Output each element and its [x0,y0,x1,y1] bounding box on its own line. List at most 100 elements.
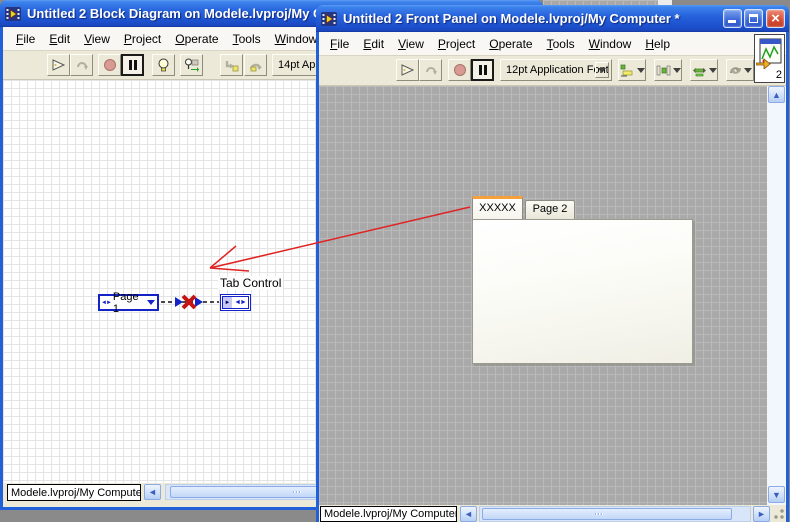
broken-wire[interactable] [155,292,223,312]
minimize-button[interactable] [723,9,742,28]
fp-run-continuously-button[interactable] [419,59,442,81]
terminal-label[interactable]: Tab Control [218,276,284,290]
enum-constant-page1[interactable]: ◄► Page 1 [98,291,159,315]
enum-dropdown-icon[interactable] [147,300,155,305]
chevron-down-icon [598,67,606,73]
bd-menu-edit[interactable]: Edit [43,32,76,46]
bd-menu-operate[interactable]: Operate [169,32,224,46]
resize-grip[interactable] [773,508,785,520]
fp-status-row: Modele.lvproj/My Computer ◄ ► [319,505,786,522]
tab-xxxxx[interactable]: XXXXX [472,196,523,219]
front-panel-window: Untitled 2 Front Panel on Modele.lvproj/… [316,5,789,522]
labview-app-icon [5,6,21,21]
fp-menubar: File Edit View Project Operate Tools Win… [319,32,786,56]
fp-abort-button[interactable] [448,59,471,81]
fp-vscroll-up-button[interactable]: ▲ [768,86,785,103]
bd-abort-button[interactable] [98,54,121,76]
scroll-left-icon: ◄ [464,509,473,519]
run-continuously-icon [425,67,437,75]
bd-menu-project[interactable]: Project [118,32,167,46]
fp-hscroll-left-button[interactable]: ◄ [460,506,477,522]
fp-hscrollbar[interactable] [479,506,751,522]
resize-objects-icon [692,67,706,76]
fp-hscroll-thumb[interactable] [482,508,732,520]
tab-control-body[interactable] [472,219,693,364]
bd-menu-view[interactable]: View [78,32,116,46]
abort-icon [103,59,116,71]
tab-page2[interactable]: Page 2 [525,200,575,219]
fp-align-objects-button[interactable] [618,59,646,81]
pause-icon [478,65,487,75]
probe-icon [185,58,199,72]
scroll-down-icon: ▼ [772,489,781,500]
fp-pause-button[interactable] [471,59,494,81]
run-icon [401,64,414,76]
tab-label: XXXXX [479,202,516,214]
scroll-up-icon: ▲ [772,89,781,100]
fp-panel-canvas[interactable]: XXXXX Page 2 [319,86,767,505]
bd-run-continuously-button[interactable] [70,54,93,76]
fp-menu-operate[interactable]: Operate [483,37,538,51]
step-over-icon [249,63,262,71]
fp-hscroll-right-button[interactable]: ► [753,506,770,522]
fp-menu-file[interactable]: File [324,37,355,51]
scroll-left-icon: ◄ [148,487,157,497]
lightbulb-icon [158,58,169,71]
fp-font-dropdown[interactable] [595,62,609,78]
align-objects-icon [620,64,632,76]
vi-icon-graphic [756,38,782,69]
tab-label: Page 2 [532,203,568,215]
vi-icon[interactable]: 2 [754,34,785,83]
bd-hscroll-grip [293,491,302,493]
fp-vscroll-down-button[interactable]: ▼ [768,486,785,503]
bd-pause-button[interactable] [121,54,144,76]
enum-increment-icon[interactable]: ◄► [101,300,112,306]
fp-reorder-button[interactable] [726,59,754,81]
fp-menu-tools[interactable]: Tools [541,37,581,51]
labview-app-icon [321,11,337,26]
fp-window-title: Untitled 2 Front Panel on Modele.lvproj/… [343,11,680,26]
chevron-down-icon [744,67,752,73]
fp-menu-edit[interactable]: Edit [357,37,390,51]
run-icon [52,59,65,71]
terminal-input-arrow-icon: ► [223,297,232,308]
maximize-button[interactable] [744,9,763,28]
abort-icon [453,64,466,76]
fp-status-path: Modele.lvproj/My Computer [320,506,457,522]
bd-highlight-execution-button[interactable] [152,54,175,76]
desktop: Untitled 2 Block Diagram on Modele.lvpro… [0,0,790,522]
bd-step-into-button[interactable] [220,54,243,76]
fp-hscroll-grip [595,513,604,515]
maximize-icon [749,14,758,23]
fp-run-button[interactable] [396,59,419,81]
terminal-inner: ► ◄► [222,296,249,309]
fp-vscrollbar[interactable]: ▲ ▼ [767,86,786,505]
minimize-icon [728,20,736,23]
enum-constant-value: Page 1 [112,290,139,315]
bd-menu-file[interactable]: File [10,32,41,46]
tab-control-terminal[interactable]: ► ◄► [220,294,251,311]
reorder-icon [730,66,741,74]
fp-menu-window[interactable]: Window [583,37,638,51]
scroll-right-icon: ► [757,509,766,519]
run-continuously-icon [76,62,88,70]
fp-font-selector[interactable]: 12pt Application Font [500,59,612,81]
bd-hscroll-left-button[interactable]: ◄ [144,484,161,500]
fp-menu-project[interactable]: Project [432,37,481,51]
bd-menu-tools[interactable]: Tools [227,32,267,46]
bd-status-path: Modele.lvproj/My Computer [7,484,141,501]
fp-menu-view[interactable]: View [392,37,430,51]
bd-retain-wire-values-button[interactable] [180,54,203,76]
fp-titlebar[interactable]: Untitled 2 Front Panel on Modele.lvproj/… [316,5,789,32]
close-button[interactable]: × [766,9,785,28]
fp-resize-objects-button[interactable] [690,59,718,81]
bd-step-over-button[interactable] [244,54,267,76]
close-icon: × [771,9,780,27]
pause-icon [128,60,137,70]
fp-toolbar: 12pt Application Font [319,56,786,86]
chevron-down-icon [672,67,681,73]
fp-distribute-objects-button[interactable] [654,59,682,81]
fp-menu-help[interactable]: Help [639,37,676,51]
chevron-down-icon [708,67,717,73]
bd-run-button[interactable] [47,54,70,76]
